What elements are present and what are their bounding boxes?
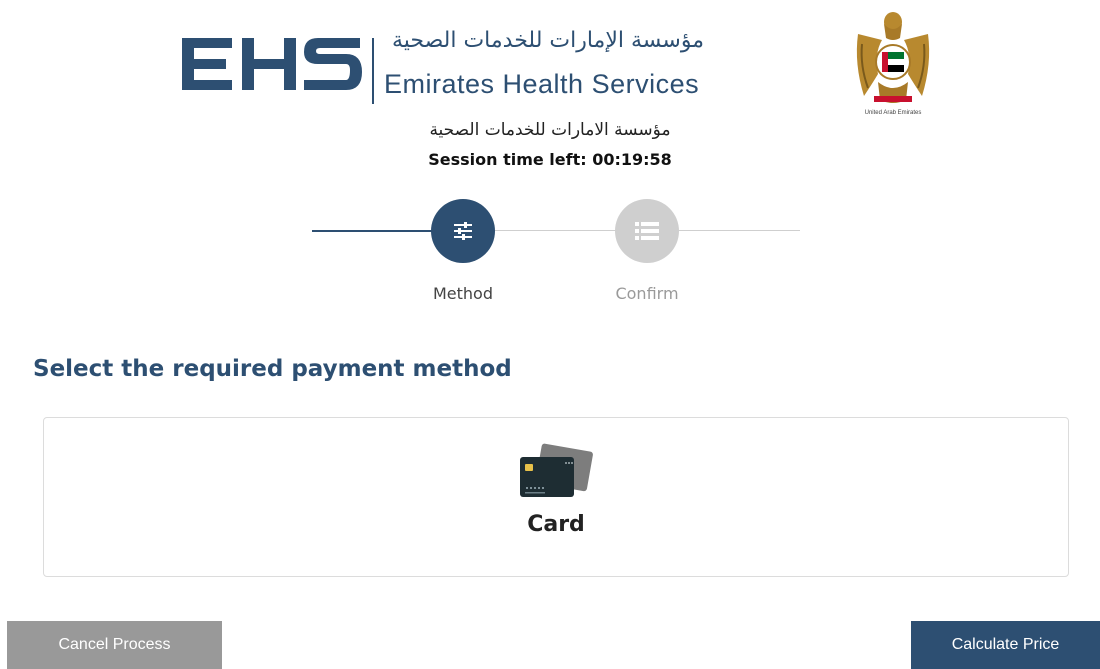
list-icon <box>635 222 659 240</box>
step-label-method: Method <box>432 284 493 303</box>
org-name-arabic: مؤسسة الامارات للخدمات الصحية <box>429 120 671 140</box>
cancel-process-button[interactable]: Cancel Process <box>7 621 222 669</box>
logo-arabic-text: مؤسسة الإمارات للخدمات الصحية <box>391 28 704 53</box>
session-timer: Session time left: 00:19:58 <box>428 150 672 169</box>
payment-method-label: Card <box>527 512 585 537</box>
ehs-logo: مؤسسة الإمارات للخدمات الصحية Emirates H… <box>176 24 716 104</box>
calculate-price-button[interactable]: Calculate Price <box>911 621 1100 669</box>
ehs-mark-icon <box>182 38 362 90</box>
progress-stepper: Method Confirm <box>0 196 1100 306</box>
logo-english-text: Emirates Health Services <box>384 69 700 99</box>
step-label-confirm: Confirm <box>615 284 679 303</box>
step-method[interactable] <box>431 199 495 263</box>
payment-page: مؤسسة الإمارات للخدمات الصحية Emirates H… <box>0 0 1100 669</box>
page-title: Select the required payment method <box>33 356 512 382</box>
payment-method-card-option[interactable]: Card <box>43 417 1069 577</box>
uae-emblem-icon <box>856 12 930 103</box>
emblem-caption: United Arab Emirates <box>864 110 922 116</box>
logo-divider <box>372 38 374 104</box>
step-confirm[interactable] <box>615 199 679 263</box>
credit-card-icon <box>520 443 593 497</box>
sliders-icon <box>454 222 472 240</box>
